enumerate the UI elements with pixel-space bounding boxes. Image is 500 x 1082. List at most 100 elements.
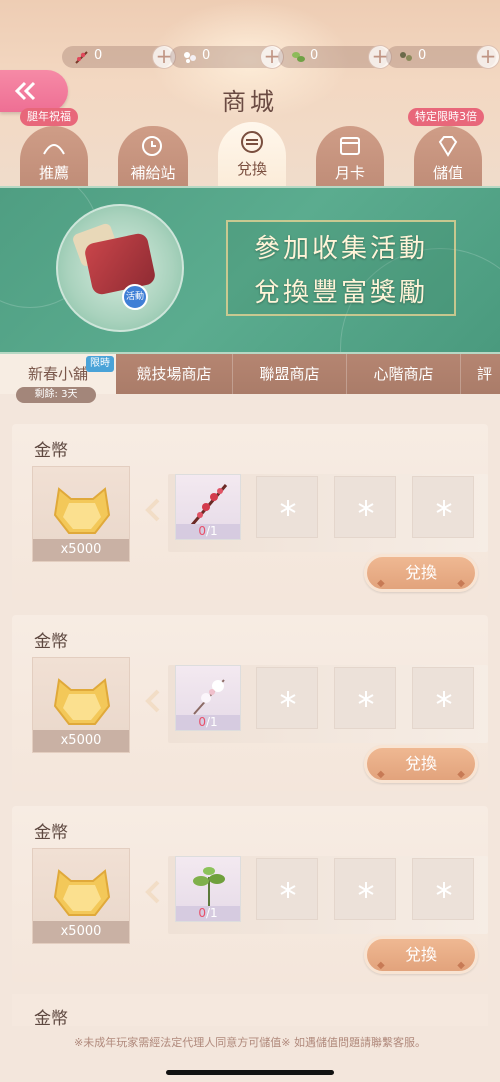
home-indicator[interactable] — [166, 1070, 334, 1075]
offer-title: 金幣 — [34, 823, 68, 843]
diamond-ornament-icon: ◆ — [377, 960, 385, 971]
tab-supply[interactable]: 補給站 — [118, 126, 188, 186]
exchange-button[interactable]: ◆ 兌換 ◆ — [364, 554, 478, 592]
banner-headline: 參加收集活動 — [253, 234, 428, 264]
green-leaf-icon — [292, 52, 305, 62]
currency-value: 0 — [310, 48, 319, 63]
empty-slot — [412, 476, 474, 538]
currency-seed: 0 + — [386, 45, 500, 69]
banner-subheadline: 兌換豐富獎勵 — [253, 278, 428, 308]
subtab-alliance-shop[interactable]: 聯盟商店 — [232, 354, 346, 394]
material-count: 0/1 — [176, 715, 240, 730]
empty-slot — [334, 667, 396, 729]
white-flower-icon — [184, 52, 196, 63]
empty-slot — [256, 667, 318, 729]
reward-quantity: x5000 — [33, 730, 129, 752]
exchange-icon — [241, 131, 263, 153]
tab-exchange[interactable]: 兌換 — [218, 122, 286, 186]
exchange-button[interactable]: ◆ 兌換 ◆ — [364, 936, 478, 974]
snowflake-icon — [280, 882, 296, 898]
snowflake-icon — [358, 691, 374, 707]
reward-slot[interactable]: x5000 — [32, 657, 130, 753]
chevron-left-icon — [145, 689, 160, 713]
offer-title: 金幣 — [34, 441, 68, 461]
offer-card: 金幣 x5000 0/1 ◆ 兌換 ◆ — [12, 615, 488, 791]
chevron-left-icon — [145, 498, 160, 522]
diamond-ornament-icon: ◆ — [457, 960, 465, 971]
peach-branch-icon — [190, 484, 228, 526]
currency-flower: 0 + — [170, 45, 284, 69]
reward-quantity: x5000 — [33, 539, 129, 561]
gold-coin-icon — [53, 678, 111, 725]
subtab-arena-shop[interactable]: 競技場商店 — [116, 354, 232, 394]
tab-label: 兌換 — [236, 160, 267, 178]
header: 0 + 0 + 0 + 0 + 商城 腿年祝福 特定限時3倍 推薦 補給站 兌換… — [0, 0, 500, 186]
reward-slot[interactable]: x5000 — [32, 466, 130, 562]
snowflake-icon — [280, 691, 296, 707]
white-flower-icon — [193, 679, 225, 715]
diamond-ornament-icon: ◆ — [457, 769, 465, 780]
material-count-need: /1 — [205, 524, 218, 538]
material-slot[interactable]: 0/1 — [175, 474, 241, 540]
subtab-review-shop[interactable]: 評 — [460, 354, 500, 394]
tab-label: 儲值 — [432, 164, 463, 182]
empty-slot — [334, 476, 396, 538]
add-currency-button[interactable]: + — [476, 45, 500, 69]
tab-label: 月卡 — [334, 164, 365, 182]
clock-icon — [142, 136, 162, 156]
snowflake-icon — [436, 500, 452, 516]
material-slot[interactable]: 0/1 — [175, 856, 241, 922]
tab-label: 推薦 — [38, 164, 69, 182]
diamond-ornament-icon: ◆ — [377, 769, 385, 780]
material-count-need: /1 — [205, 906, 218, 920]
snowflake-icon — [436, 691, 452, 707]
exchange-button[interactable]: ◆ 兌換 ◆ — [364, 745, 478, 783]
empty-slot — [256, 476, 318, 538]
seed-pod-icon — [400, 52, 412, 61]
chevron-left-icon — [145, 880, 160, 904]
recommend-icon — [43, 144, 65, 155]
subtab-heart-shop[interactable]: 心階商店 — [346, 354, 460, 394]
currency-bar: 0 + 0 + 0 + 0 + — [62, 45, 500, 69]
empty-slot — [412, 667, 474, 729]
material-count-have: 0 — [198, 906, 206, 920]
currency-leaf: 0 + — [278, 45, 392, 69]
empty-slot — [412, 858, 474, 920]
material-count: 0/1 — [176, 524, 240, 539]
material-count: 0/1 — [176, 906, 240, 921]
reward-quantity: x5000 — [33, 921, 129, 943]
exchange-button-label: 兌換 — [404, 754, 437, 773]
material-count-have: 0 — [198, 524, 206, 538]
currency-value: 0 — [418, 48, 427, 63]
diamond-ornament-icon: ◆ — [457, 578, 465, 589]
gold-coin-icon — [53, 869, 111, 916]
event-banner[interactable]: 活動 參加收集活動 兌換豐富獎勵 — [0, 186, 500, 354]
legal-notice: ※未成年玩家需經法定代理人同意方可儲值※ 如遇儲值問題請聯繫客服。 — [74, 1036, 426, 1049]
offer-title: 金幣 — [34, 632, 68, 652]
material-slot[interactable]: 0/1 — [175, 665, 241, 731]
exchange-button-label: 兌換 — [404, 563, 437, 582]
material-count-need: /1 — [205, 715, 218, 729]
main-tabs: 推薦 補給站 兌換 月卡 儲值 — [0, 122, 500, 186]
tab-monthly-card[interactable]: 月卡 — [316, 126, 384, 186]
exchange-button-label: 兌換 — [404, 945, 437, 964]
currency-value: 0 — [202, 48, 211, 63]
reward-slot[interactable]: x5000 — [32, 848, 130, 944]
offer-card: 金幣 x5000 0/1 ◆ 兌換 ◆ — [12, 424, 488, 600]
material-count-have: 0 — [198, 715, 206, 729]
footer: ※未成年玩家需經法定代理人同意方可儲值※ 如遇儲值問題請聯繫客服。 — [0, 1026, 500, 1082]
limited-tag: 限時 — [86, 356, 114, 372]
offer-card: 金幣 x5000 0/1 ◆ 兌換 ◆ — [12, 806, 488, 982]
currency-value: 0 — [94, 48, 103, 63]
tab-top-up[interactable]: 儲值 — [414, 126, 482, 186]
tab-label: 補給站 — [130, 164, 176, 182]
snowflake-icon — [358, 500, 374, 516]
empty-slot — [334, 858, 396, 920]
remaining-time: 剩餘: 3天 — [16, 387, 96, 403]
snowflake-icon — [436, 882, 452, 898]
snowflake-icon — [280, 500, 296, 516]
tab-recommend[interactable]: 推薦 — [20, 126, 88, 186]
currency-peach: 0 + — [62, 45, 176, 69]
diamond-ornament-icon: ◆ — [377, 578, 385, 589]
calendar-icon — [340, 137, 360, 155]
